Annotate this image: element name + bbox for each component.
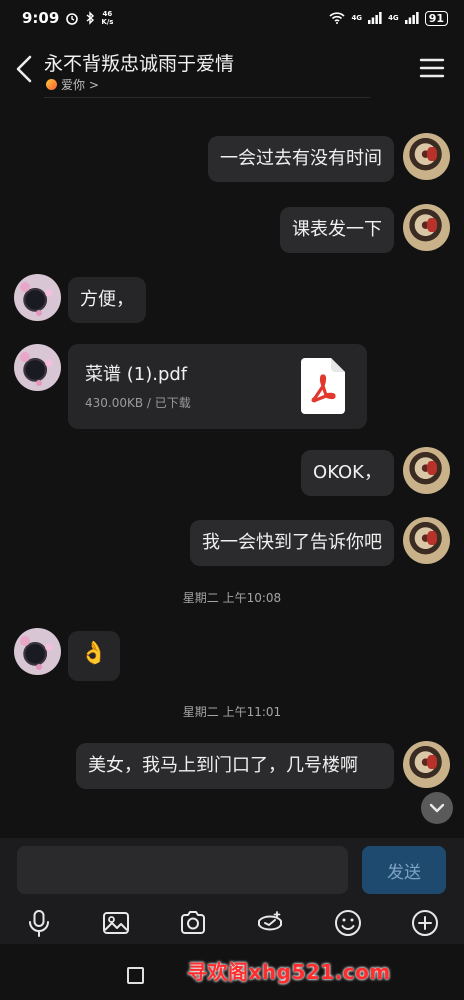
message-bubble-sent[interactable]: OKOK， — [301, 450, 394, 496]
scroll-to-bottom-button[interactable] — [421, 792, 453, 824]
signal-label-1: 4G — [351, 14, 363, 22]
emoji-message-bubble[interactable]: 👌 — [68, 631, 120, 681]
wifi-icon — [329, 12, 345, 24]
chevron-down-icon — [429, 803, 445, 813]
microphone-icon[interactable] — [24, 908, 54, 938]
system-nav-bar: 寻欢阁xhg521.com — [0, 944, 464, 1000]
plus-icon[interactable] — [410, 908, 440, 938]
image-icon[interactable] — [101, 908, 131, 938]
red-packet-icon[interactable] — [255, 908, 285, 938]
back-arrow-icon[interactable] — [12, 54, 38, 84]
file-name: 菜谱 (1).pdf — [85, 364, 188, 385]
my-avatar[interactable] — [403, 741, 450, 788]
signal-label-2: 4G — [388, 14, 399, 22]
file-message-card[interactable]: 菜谱 (1).pdf 430.00KB / 已下载 — [68, 344, 367, 429]
status-time: 9:09 — [22, 9, 60, 27]
header-divider — [44, 97, 370, 98]
message-input[interactable] — [17, 846, 348, 894]
chat-title[interactable]: 永不背叛忠诚雨于爱情 — [44, 49, 234, 76]
composer-toolbar — [0, 904, 464, 944]
message-timestamp: 星期二 上午10:08 — [182, 591, 282, 605]
chat-subtitle-text: 爱你 > — [61, 78, 99, 92]
bluetooth-icon — [86, 11, 95, 25]
my-avatar[interactable] — [403, 204, 450, 251]
watermark-text: 寻欢阁xhg521.com — [187, 960, 391, 984]
cell-signal-icon-2 — [404, 12, 419, 24]
my-avatar[interactable] — [403, 133, 450, 180]
message-timestamp: 星期二 上午11:01 — [182, 705, 282, 719]
battery-indicator: 91 — [424, 10, 448, 26]
send-button[interactable]: 发送 — [362, 846, 446, 894]
net-speed: 46 K/s — [101, 10, 114, 26]
message-bubble-received[interactable]: 方便， — [68, 277, 146, 323]
message-composer: 发送 — [0, 838, 464, 904]
message-bubble-sent[interactable]: 我一会快到了告诉你吧 — [190, 520, 394, 566]
menu-icon[interactable] — [418, 56, 446, 80]
emoji-icon[interactable] — [333, 908, 363, 938]
alarm-icon — [66, 13, 79, 25]
contact-avatar[interactable] — [14, 628, 61, 675]
contact-avatar[interactable] — [14, 274, 61, 321]
cell-signal-icon — [368, 12, 382, 24]
file-meta: 430.00KB / 已下载 — [85, 396, 191, 410]
chat-header: 永不背叛忠诚雨于爱情 爱你 > — [0, 40, 464, 98]
pdf-file-icon — [301, 358, 345, 414]
message-bubble-sent[interactable]: 课表发一下 — [280, 207, 394, 253]
message-bubble-sent[interactable]: 一会过去有没有时间 — [208, 136, 394, 182]
message-bubble-sent[interactable]: 美女，我马上到门口了，几号楼啊 — [76, 743, 394, 789]
contact-avatar[interactable] — [14, 344, 61, 391]
camera-icon[interactable] — [178, 908, 208, 938]
status-emoji-icon — [46, 79, 57, 90]
chat-subtitle[interactable]: 爱你 > — [46, 76, 99, 93]
my-avatar[interactable] — [403, 447, 450, 494]
recent-apps-button[interactable] — [127, 967, 144, 984]
my-avatar[interactable] — [403, 517, 450, 564]
status-bar: 9:09 46 K/s 4G 4G 91 — [0, 0, 464, 36]
